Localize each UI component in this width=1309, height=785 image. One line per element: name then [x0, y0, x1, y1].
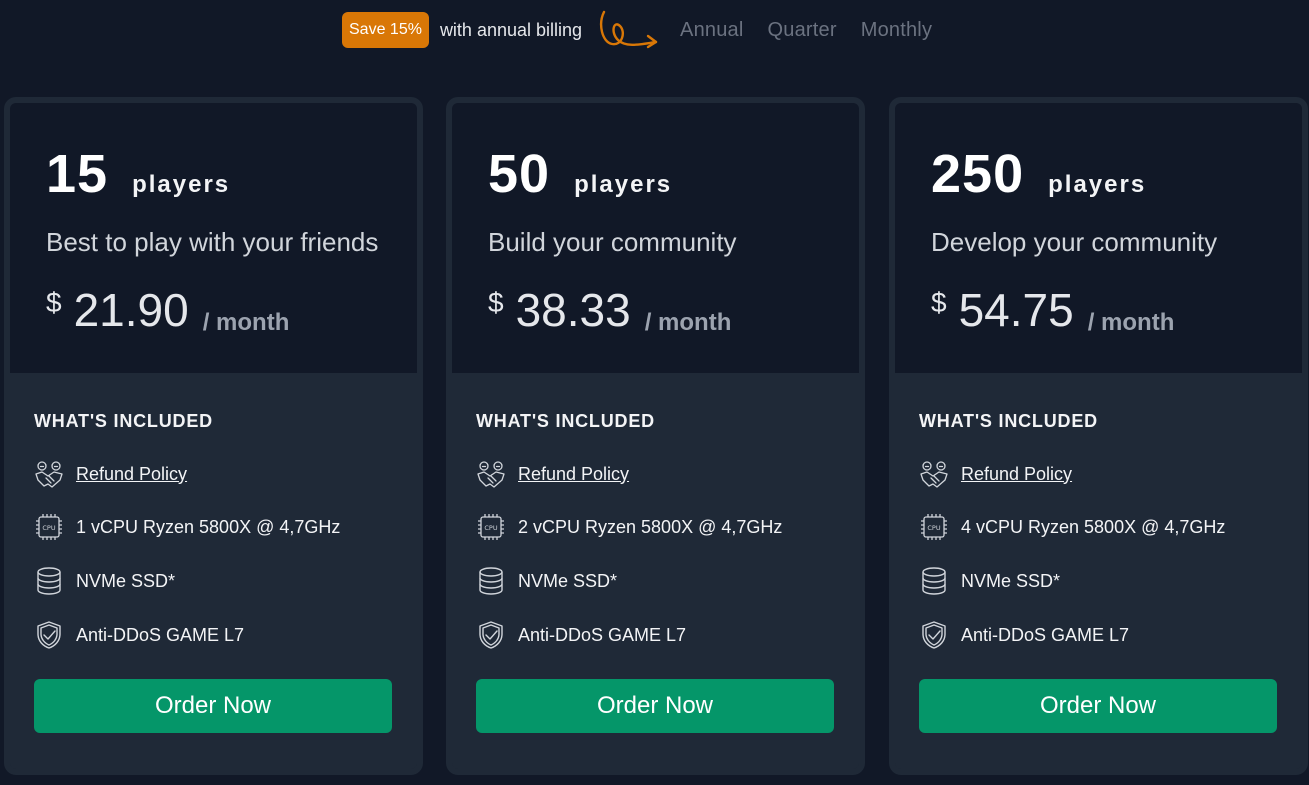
price-period: / month [644, 309, 732, 336]
price-amount: 38.33 [515, 284, 631, 336]
svg-text:CPU: CPU [927, 524, 940, 532]
currency-symbol: $ [488, 287, 504, 318]
billing-period-tabs: Annual Quarter Monthly [680, 19, 956, 42]
svg-text:CPU: CPU [42, 524, 55, 532]
storage-spec: NVMe SSD* [76, 570, 176, 591]
player-count: 50 [488, 144, 551, 204]
tab-annual[interactable]: Annual [680, 19, 743, 42]
feature-cpu: CPU 4 vCPU Ryzen 5800X @ 4,7GHz [919, 512, 1225, 542]
plan-players: 250 players [931, 143, 1146, 205]
player-count: 250 [931, 144, 1025, 204]
cpu-icon: CPU [921, 514, 947, 540]
player-unit: players [1048, 171, 1147, 198]
handshake-icon [35, 461, 63, 488]
database-icon [479, 567, 503, 595]
database-icon [922, 567, 946, 595]
storage-spec: NVMe SSD* [961, 570, 1061, 591]
plan-price: $ 38.33 / month [488, 283, 731, 338]
plan-card-250: 250 players Develop your community $ 54.… [889, 97, 1308, 775]
save-badge: Save 15% [342, 12, 429, 48]
price-amount: 54.75 [958, 284, 1074, 336]
included-title: WHAT'S INCLUDED [476, 411, 655, 431]
database-icon [37, 567, 61, 595]
price-period: / month [1087, 309, 1175, 336]
order-now-button[interactable]: Order Now [476, 679, 834, 733]
plan-tagline: Develop your community [931, 227, 1218, 257]
currency-symbol: $ [931, 287, 947, 318]
feature-ddos: Anti-DDoS GAME L7 [34, 620, 244, 650]
ddos-spec: Anti-DDoS GAME L7 [76, 624, 245, 645]
billing-bar: Save 15% with annual billing Annual Quar… [342, 10, 956, 50]
feature-refund: Refund Policy [34, 459, 187, 489]
ddos-spec: Anti-DDoS GAME L7 [961, 624, 1130, 645]
refund-policy-link[interactable]: Refund Policy [76, 464, 187, 485]
plan-price: $ 21.90 / month [46, 283, 289, 338]
cpu-spec: 1 vCPU Ryzen 5800X @ 4,7GHz [76, 516, 341, 537]
cpu-icon: CPU [478, 514, 504, 540]
cpu-spec: 2 vCPU Ryzen 5800X @ 4,7GHz [518, 516, 783, 537]
feature-storage: NVMe SSD* [919, 566, 1060, 596]
billing-note: with annual billing [439, 19, 583, 40]
refund-policy-link[interactable]: Refund Policy [518, 464, 629, 485]
tab-quarter[interactable]: Quarter [768, 19, 837, 42]
price-period: / month [202, 309, 290, 336]
refund-policy-link[interactable]: Refund Policy [961, 464, 1072, 485]
player-unit: players [132, 171, 231, 198]
shield-check-icon [479, 621, 503, 649]
player-unit: players [574, 171, 673, 198]
ddos-spec: Anti-DDoS GAME L7 [518, 624, 687, 645]
plan-header: 50 players Build your community $ 38.33 … [452, 103, 859, 373]
feature-ddos: Anti-DDoS GAME L7 [476, 620, 686, 650]
currency-symbol: $ [46, 287, 62, 318]
feature-cpu: CPU 1 vCPU Ryzen 5800X @ 4,7GHz [34, 512, 340, 542]
cpu-icon: CPU [36, 514, 62, 540]
included-title: WHAT'S INCLUDED [34, 411, 213, 431]
plan-players: 15 players [46, 143, 230, 205]
feature-refund: Refund Policy [919, 459, 1072, 489]
plan-players: 50 players [488, 143, 672, 205]
tab-monthly[interactable]: Monthly [861, 19, 932, 42]
plan-price: $ 54.75 / month [931, 283, 1174, 338]
handshake-icon [477, 461, 505, 488]
feature-ddos: Anti-DDoS GAME L7 [919, 620, 1129, 650]
plan-card-50: 50 players Build your community $ 38.33 … [446, 97, 865, 775]
handshake-icon [920, 461, 948, 488]
order-now-button[interactable]: Order Now [34, 679, 392, 733]
plan-card-15: 15 players Best to play with your friend… [4, 97, 423, 775]
storage-spec: NVMe SSD* [518, 570, 618, 591]
plan-tagline: Best to play with your friends [46, 227, 379, 257]
shield-check-icon [922, 621, 946, 649]
feature-cpu: CPU 2 vCPU Ryzen 5800X @ 4,7GHz [476, 512, 782, 542]
included-title: WHAT'S INCLUDED [919, 411, 1098, 431]
cpu-spec: 4 vCPU Ryzen 5800X @ 4,7GHz [961, 516, 1226, 537]
svg-text:CPU: CPU [484, 524, 497, 532]
feature-refund: Refund Policy [476, 459, 629, 489]
plan-header: 250 players Develop your community $ 54.… [895, 103, 1302, 373]
player-count: 15 [46, 144, 109, 204]
curly-arrow-icon [600, 10, 658, 49]
price-amount: 21.90 [73, 284, 189, 336]
feature-storage: NVMe SSD* [34, 566, 175, 596]
plan-header: 15 players Best to play with your friend… [10, 103, 417, 373]
plan-tagline: Build your community [488, 227, 737, 257]
feature-storage: NVMe SSD* [476, 566, 617, 596]
order-now-button[interactable]: Order Now [919, 679, 1277, 733]
shield-check-icon [37, 621, 61, 649]
